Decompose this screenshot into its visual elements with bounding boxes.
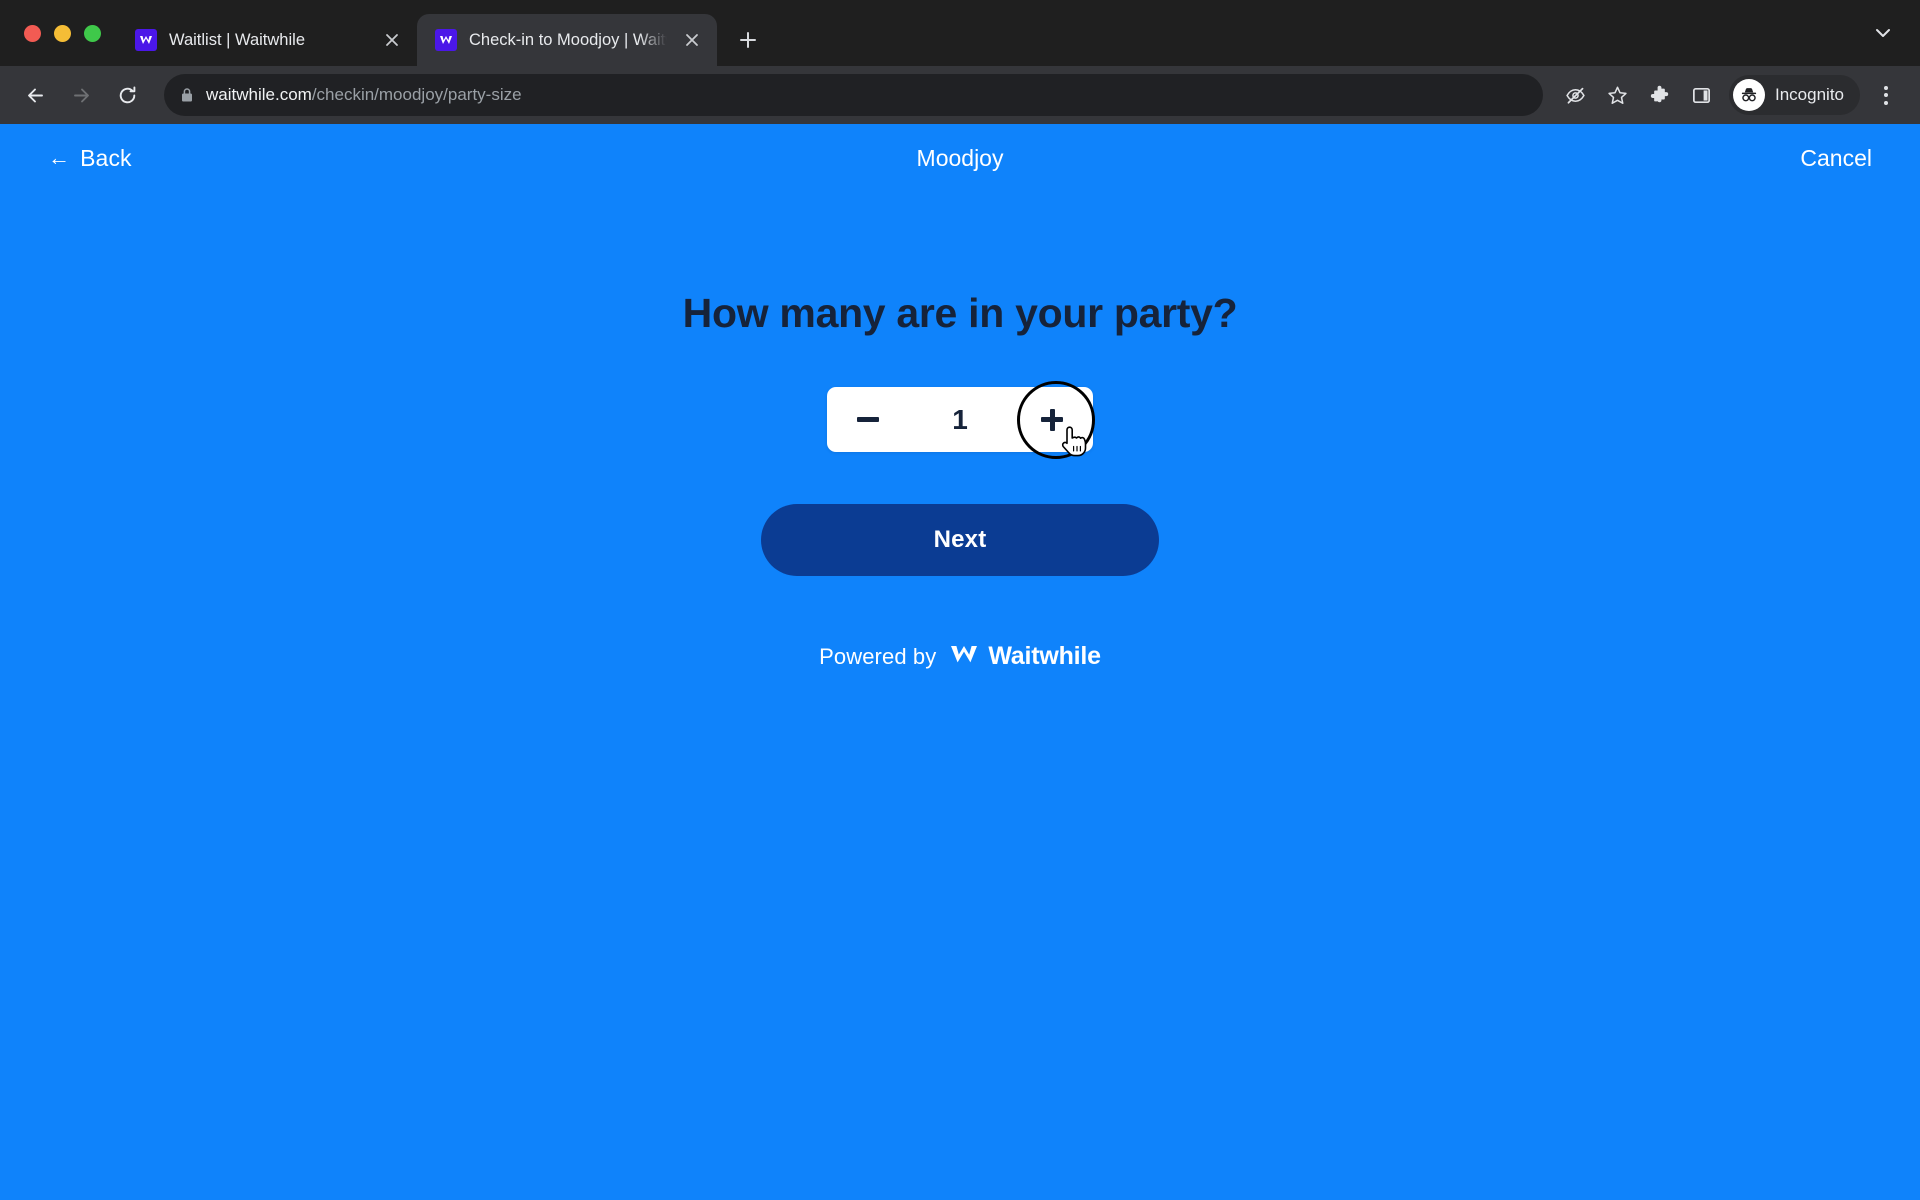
three-dot-menu-icon[interactable] <box>1866 75 1906 115</box>
page-title: Moodjoy <box>916 144 1004 171</box>
url-path: /checkin/moodjoy/party-size <box>311 85 522 104</box>
cancel-button[interactable]: Cancel <box>1800 145 1872 172</box>
party-size-stepper-wrapper: 1 <box>827 380 1095 459</box>
maximize-window-button[interactable] <box>84 24 101 42</box>
back-button-label: Back <box>80 144 132 171</box>
party-size-value: 1 <box>952 403 968 435</box>
powered-by-footer: Powered by Waitwhile <box>819 642 1101 671</box>
close-tab-button[interactable] <box>379 27 405 53</box>
minus-icon <box>857 417 879 422</box>
chevron-down-icon[interactable] <box>1860 0 1906 66</box>
waitwhile-favicon <box>135 29 157 51</box>
tab-title: Check-in to Moodjoy | Waitwhil <box>469 30 667 49</box>
window-controls <box>14 0 117 66</box>
profile-label: Incognito <box>1775 85 1844 104</box>
lock-icon <box>180 87 194 103</box>
checkin-main: How many are in your party? 1 Next Power… <box>0 192 1920 671</box>
waitwhile-logo-icon <box>950 643 978 670</box>
url-domain: waitwhile.com <box>206 85 312 104</box>
profile-incognito-chip[interactable]: Incognito <box>1729 75 1860 115</box>
waitwhile-brand-name: Waitwhile <box>988 642 1101 670</box>
checkin-header: ← Back Moodjoy Cancel <box>0 124 1920 192</box>
side-panel-icon[interactable] <box>1681 75 1721 115</box>
address-bar[interactable]: waitwhile.com/checkin/moodjoy/party-size <box>164 74 1543 116</box>
eye-slash-icon[interactable] <box>1555 75 1595 115</box>
close-window-button[interactable] <box>24 24 41 42</box>
url-text: waitwhile.com/checkin/moodjoy/party-size <box>206 85 522 105</box>
tabs-container: Waitlist | Waitwhile Check-in to Moodjoy… <box>117 0 717 66</box>
new-tab-button[interactable] <box>729 21 767 59</box>
browser-toolbar: waitwhile.com/checkin/moodjoy/party-size <box>0 66 1920 124</box>
tab-title: Waitlist | Waitwhile <box>169 30 305 49</box>
extensions-puzzle-icon[interactable] <box>1639 75 1679 115</box>
minimize-window-button[interactable] <box>54 24 71 42</box>
forward-arrow-icon <box>60 74 102 116</box>
back-arrow-glyph: ← <box>48 145 71 170</box>
close-tab-button[interactable] <box>679 27 705 53</box>
back-arrow-icon[interactable] <box>14 74 56 116</box>
tab-waitlist[interactable]: Waitlist | Waitwhile <box>117 14 417 66</box>
plus-icon <box>1041 408 1063 431</box>
page-viewport: ← Back Moodjoy Cancel How many are in yo… <box>0 124 1920 1200</box>
decrement-button[interactable] <box>831 389 905 450</box>
party-size-stepper[interactable]: 1 <box>827 387 1093 452</box>
tab-strip: Waitlist | Waitwhile Check-in to Moodjoy… <box>0 0 1920 66</box>
incognito-avatar-icon <box>1733 79 1765 111</box>
next-button[interactable]: Next <box>761 504 1159 576</box>
increment-button[interactable] <box>1015 389 1089 450</box>
waitwhile-brand: Waitwhile <box>950 642 1101 671</box>
star-icon[interactable] <box>1597 75 1637 115</box>
browser-window: Waitlist | Waitwhile Check-in to Moodjoy… <box>0 0 1920 1200</box>
back-button[interactable]: ← Back <box>48 145 132 172</box>
reload-icon[interactable] <box>106 74 148 116</box>
waitwhile-favicon <box>435 29 457 51</box>
powered-by-label: Powered by <box>819 643 937 669</box>
tab-checkin-moodjoy[interactable]: Check-in to Moodjoy | Waitwhil <box>417 14 717 66</box>
party-size-question: How many are in your party? <box>682 290 1238 336</box>
toolbar-actions: Incognito <box>1555 75 1906 115</box>
